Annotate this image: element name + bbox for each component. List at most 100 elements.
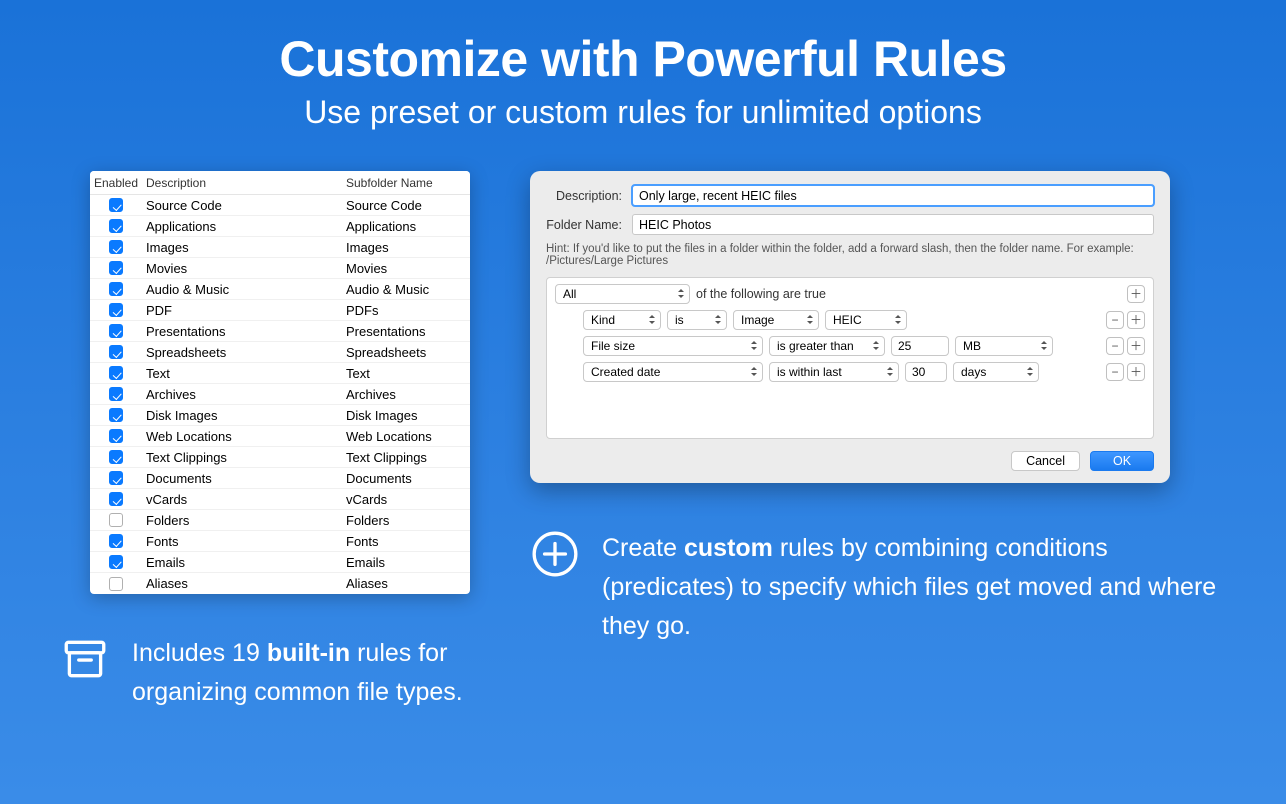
rule-subfolder: Aliases xyxy=(342,577,470,590)
rule-subfolder: Applications xyxy=(342,220,470,233)
rule-subfolder: Images xyxy=(342,241,470,254)
table-row[interactable]: ArchivesArchives xyxy=(90,384,470,405)
description-label: Description: xyxy=(546,189,632,203)
col-header-description[interactable]: Description xyxy=(142,177,342,189)
rule-subfolder: Audio & Music xyxy=(342,283,470,296)
enabled-checkbox[interactable] xyxy=(109,429,123,443)
condition-row: Created date is within last 30 days − ＋ xyxy=(555,362,1145,382)
enabled-checkbox[interactable] xyxy=(109,282,123,296)
foldername-input[interactable]: HEIC Photos xyxy=(632,214,1154,235)
table-row[interactable]: vCardsvCards xyxy=(90,489,470,510)
table-row[interactable]: PDFPDFs xyxy=(90,300,470,321)
rule-description: Emails xyxy=(142,556,342,569)
rule-description: Text Clippings xyxy=(142,451,342,464)
enabled-checkbox[interactable] xyxy=(109,577,123,591)
enabled-checkbox[interactable] xyxy=(109,366,123,380)
table-header: Enabled Description Subfolder Name xyxy=(90,171,470,195)
enabled-checkbox[interactable] xyxy=(109,345,123,359)
table-row[interactable]: ImagesImages xyxy=(90,237,470,258)
rule-subfolder: Presentations xyxy=(342,325,470,338)
unit-select[interactable]: days xyxy=(953,362,1039,382)
table-row[interactable]: DocumentsDocuments xyxy=(90,468,470,489)
operator-select[interactable]: is greater than xyxy=(769,336,885,356)
remove-condition-button[interactable]: − xyxy=(1106,337,1124,355)
table-row[interactable]: Web LocationsWeb Locations xyxy=(90,426,470,447)
rule-description: Applications xyxy=(142,220,342,233)
table-row[interactable]: AliasesAliases xyxy=(90,573,470,594)
field-select[interactable]: Kind xyxy=(583,310,661,330)
value-select[interactable]: Image xyxy=(733,310,819,330)
value-input[interactable]: 30 xyxy=(905,362,947,382)
table-row[interactable]: Text ClippingsText Clippings xyxy=(90,447,470,468)
rule-subfolder: Folders xyxy=(342,514,470,527)
operator-select[interactable]: is within last xyxy=(769,362,899,382)
table-row[interactable]: FontsFonts xyxy=(90,531,470,552)
rules-table: Enabled Description Subfolder Name Sourc… xyxy=(90,171,470,594)
rule-description: Movies xyxy=(142,262,342,275)
ok-button[interactable]: OK xyxy=(1090,451,1154,471)
cancel-button[interactable]: Cancel xyxy=(1011,451,1080,471)
unit-select[interactable]: MB xyxy=(955,336,1053,356)
condition-row: File size is greater than 25 MB − ＋ xyxy=(555,336,1145,356)
add-condition-button[interactable]: ＋ xyxy=(1127,311,1145,329)
table-row[interactable]: MoviesMovies xyxy=(90,258,470,279)
table-row[interactable]: PresentationsPresentations xyxy=(90,321,470,342)
description-input[interactable]: Only large, recent HEIC files xyxy=(632,185,1154,206)
enabled-checkbox[interactable] xyxy=(109,261,123,275)
predicate-editor: All of the following are true ＋ Kind is … xyxy=(546,277,1154,439)
table-row[interactable]: Source CodeSource Code xyxy=(90,195,470,216)
rule-description: PDF xyxy=(142,304,342,317)
rule-subfolder: Web Locations xyxy=(342,430,470,443)
enabled-checkbox[interactable] xyxy=(109,219,123,233)
enabled-checkbox[interactable] xyxy=(109,324,123,338)
enabled-checkbox[interactable] xyxy=(109,492,123,506)
table-row[interactable]: TextText xyxy=(90,363,470,384)
archive-box-icon xyxy=(60,634,110,684)
enabled-checkbox[interactable] xyxy=(109,303,123,317)
enabled-checkbox[interactable] xyxy=(109,450,123,464)
table-row[interactable]: Audio & MusicAudio & Music xyxy=(90,279,470,300)
rule-editor-dialog: Description: Only large, recent HEIC fil… xyxy=(530,171,1170,483)
add-condition-button[interactable]: ＋ xyxy=(1127,337,1145,355)
subtype-select[interactable]: HEIC xyxy=(825,310,907,330)
rule-description: Spreadsheets xyxy=(142,346,342,359)
rule-subfolder: Text xyxy=(342,367,470,380)
enabled-checkbox[interactable] xyxy=(109,198,123,212)
rule-description: vCards xyxy=(142,493,342,506)
table-row[interactable]: SpreadsheetsSpreadsheets xyxy=(90,342,470,363)
condition-row: Kind is Image HEIC − ＋ xyxy=(555,310,1145,330)
operator-select[interactable]: is xyxy=(667,310,727,330)
field-select[interactable]: File size xyxy=(583,336,763,356)
enabled-checkbox[interactable] xyxy=(109,555,123,569)
rule-subfolder: Text Clippings xyxy=(342,451,470,464)
rule-description: Text xyxy=(142,367,342,380)
rule-subfolder: Spreadsheets xyxy=(342,346,470,359)
rule-subfolder: Fonts xyxy=(342,535,470,548)
field-select[interactable]: Created date xyxy=(583,362,763,382)
add-condition-button[interactable]: ＋ xyxy=(1127,363,1145,381)
enabled-checkbox[interactable] xyxy=(109,513,123,527)
rule-description: Aliases xyxy=(142,577,342,590)
enabled-checkbox[interactable] xyxy=(109,471,123,485)
rule-subfolder: Source Code xyxy=(342,199,470,212)
remove-condition-button[interactable]: − xyxy=(1106,363,1124,381)
col-header-enabled[interactable]: Enabled xyxy=(90,177,142,189)
rule-subfolder: PDFs xyxy=(342,304,470,317)
table-row[interactable]: Disk ImagesDisk Images xyxy=(90,405,470,426)
quantifier-select[interactable]: All xyxy=(555,284,690,304)
rule-subfolder: Emails xyxy=(342,556,470,569)
enabled-checkbox[interactable] xyxy=(109,534,123,548)
table-row[interactable]: ApplicationsApplications xyxy=(90,216,470,237)
table-row[interactable]: FoldersFolders xyxy=(90,510,470,531)
value-input[interactable]: 25 xyxy=(891,336,949,356)
rule-description: Archives xyxy=(142,388,342,401)
remove-condition-button[interactable]: − xyxy=(1106,311,1124,329)
enabled-checkbox[interactable] xyxy=(109,240,123,254)
table-row[interactable]: EmailsEmails xyxy=(90,552,470,573)
quantifier-suffix: of the following are true xyxy=(696,287,826,301)
add-group-button[interactable]: ＋ xyxy=(1127,285,1145,303)
col-header-subfolder[interactable]: Subfolder Name xyxy=(342,177,470,189)
plus-circle-icon xyxy=(530,529,580,579)
enabled-checkbox[interactable] xyxy=(109,408,123,422)
enabled-checkbox[interactable] xyxy=(109,387,123,401)
